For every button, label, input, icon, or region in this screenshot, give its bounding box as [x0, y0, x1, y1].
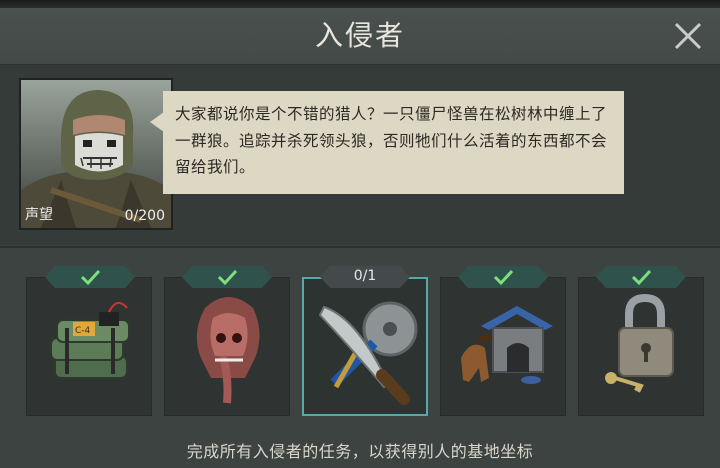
machete-sawblade-icon: [318, 301, 418, 405]
close-icon: [674, 22, 702, 50]
task-slot-3[interactable]: [302, 277, 428, 416]
task-slot-5[interactable]: [578, 277, 704, 416]
reputation-value: 0/200: [124, 208, 165, 224]
dialog-title: 入侵者: [314, 19, 405, 52]
task-slot-4[interactable]: [440, 277, 566, 416]
task-slot-2[interactable]: [164, 277, 290, 416]
dog-kennel-icon: [461, 306, 553, 384]
zombie-head-icon: [196, 297, 260, 404]
speech-bubble-tail: [150, 112, 164, 132]
task-progress-text: 0/1: [353, 268, 377, 284]
quest-giver-portrait: 声望 0/200: [19, 78, 173, 230]
c4-bomb-icon: C-4: [50, 301, 130, 379]
task-progress-tag-3: 0/1: [320, 266, 410, 288]
footer-hint: 完成所有入侵者的任务，以获得别人的基地坐标: [186, 442, 534, 461]
svg-text:C-4: C-4: [75, 326, 91, 336]
task-status-tag-5: [596, 266, 686, 288]
quest-message: 大家都说你是个不错的猎人？一只僵尸怪兽在松树林中缠上了一群狼。追踪并杀死领头狼，…: [163, 91, 624, 194]
section-divider: [0, 246, 720, 248]
reputation-label: 声望: [25, 207, 53, 223]
task-status-tag-1: [45, 266, 135, 288]
close-button[interactable]: [668, 16, 708, 56]
task-status-tag-2: [182, 266, 272, 288]
task-slot-1[interactable]: C-4: [26, 277, 152, 416]
padlock-key-icon: [605, 293, 674, 393]
task-status-tag-4: [458, 266, 548, 288]
top-strip: [0, 0, 720, 8]
